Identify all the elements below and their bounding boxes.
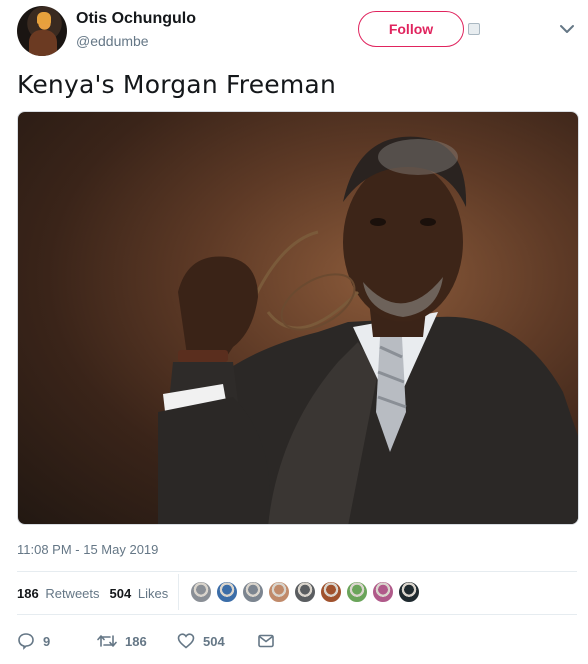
follow-menu-icon[interactable]: [468, 23, 480, 35]
tweet-timestamp[interactable]: 11:08 PM - 15 May 2019: [17, 542, 158, 557]
liker-avatar[interactable]: [190, 581, 212, 603]
chevron-down-icon[interactable]: [558, 22, 576, 36]
divider: [17, 571, 577, 572]
likes-count: 504: [109, 585, 132, 601]
liker-avatar[interactable]: [242, 581, 264, 603]
heart-icon: [177, 633, 195, 649]
tweet-text: Kenya's Morgan Freeman: [17, 70, 336, 99]
liker-avatar[interactable]: [216, 581, 238, 603]
tweet-photo[interactable]: [17, 111, 579, 525]
follow-button[interactable]: Follow: [358, 11, 464, 47]
reply-icon: [18, 633, 34, 650]
divider: [17, 614, 577, 615]
direct-message-button[interactable]: [257, 633, 283, 649]
liker-avatar[interactable]: [346, 581, 368, 603]
author-avatar[interactable]: [17, 6, 67, 56]
author-handle[interactable]: @eddumbe: [76, 33, 149, 49]
envelope-icon: [258, 634, 274, 648]
engagement-stats: 186 Retweets 504 Likes: [17, 574, 178, 612]
liker-avatar[interactable]: [268, 581, 290, 603]
liker-avatar[interactable]: [294, 581, 316, 603]
liker-avatar[interactable]: [372, 581, 394, 603]
stats-separator: [178, 574, 179, 610]
reply-count: 9: [43, 633, 51, 649]
retweets-count: 186: [17, 585, 39, 601]
liker-avatars: [190, 581, 424, 603]
liker-avatar[interactable]: [320, 581, 342, 603]
retweets-stat[interactable]: 186 Retweets: [17, 586, 100, 601]
retweets-label: Retweets: [45, 585, 100, 601]
tweet-actions: 9 186 504: [17, 628, 283, 654]
portrait-illustration: [158, 136, 578, 524]
retweet-button[interactable]: 186: [97, 633, 177, 649]
liker-avatar[interactable]: [398, 581, 420, 603]
tweet-header: Otis Ochungulo @eddumbe Follow: [0, 0, 588, 62]
likes-stat[interactable]: 504 Likes: [110, 586, 169, 601]
retweet-count: 186: [125, 633, 147, 649]
like-count: 504: [203, 633, 225, 649]
author-display-name[interactable]: Otis Ochungulo: [76, 10, 196, 28]
reply-button[interactable]: 9: [17, 632, 97, 650]
retweet-icon: [97, 635, 117, 647]
likes-label: Likes: [137, 585, 169, 601]
like-button[interactable]: 504: [177, 633, 257, 649]
